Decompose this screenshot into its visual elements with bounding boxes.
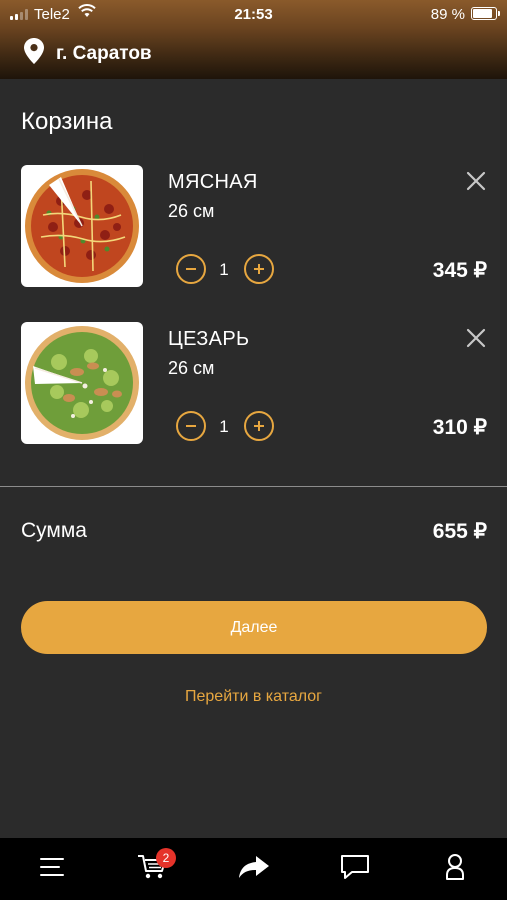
item-price: 310 ₽ (432, 416, 487, 439)
item-name: ЦЕЗАРЬ (168, 328, 250, 350)
menu-icon (39, 856, 65, 883)
cart-count-badge: 2 (156, 848, 176, 868)
tab-share[interactable] (224, 838, 284, 900)
tab-chat[interactable] (325, 838, 385, 900)
divider (0, 486, 507, 487)
item-quantity: 1 (219, 260, 229, 279)
battery-icon (471, 7, 500, 20)
item-price: 345 ₽ (432, 259, 487, 282)
pizza-image (21, 165, 143, 287)
decrease-quantity-button[interactable] (176, 411, 206, 441)
city-label: г. Саратов (56, 42, 152, 64)
city-selector[interactable]: г. Саратов (24, 38, 152, 69)
cart-item: МЯСНАЯ 26 см 1 345 ₽ (0, 165, 507, 289)
battery-percent: 89 % (430, 6, 465, 23)
chat-icon (340, 854, 370, 885)
page-title: Корзина (21, 108, 113, 135)
tab-bar: 2 (0, 838, 507, 900)
profile-icon (445, 853, 465, 886)
close-icon[interactable] (466, 328, 486, 348)
increase-quantity-button[interactable] (244, 411, 274, 441)
item-size: 26 см (168, 201, 215, 221)
pizza-image (21, 322, 143, 444)
decrease-quantity-button[interactable] (176, 254, 206, 284)
item-quantity: 1 (219, 417, 229, 436)
next-button[interactable]: Далее (21, 601, 487, 654)
tab-cart[interactable]: 2 (122, 838, 182, 900)
sum-label: Сумма (21, 519, 87, 542)
status-bar: Tele2 21:53 89 % (0, 0, 507, 28)
go-to-catalog-link[interactable]: Перейти в каталог (0, 688, 507, 706)
close-icon[interactable] (466, 171, 486, 191)
cart-item: ЦЕЗАРЬ 26 см 1 310 ₽ (0, 322, 507, 446)
share-icon (238, 855, 270, 884)
header: Tele2 21:53 89 % г. Саратов (0, 0, 507, 79)
location-pin-icon (24, 38, 44, 69)
item-name: МЯСНАЯ (168, 171, 258, 193)
tab-profile[interactable] (425, 838, 485, 900)
item-size: 26 см (168, 358, 215, 378)
cart-screen: Tele2 21:53 89 % г. Саратов Корзина МЯСН… (0, 0, 507, 900)
increase-quantity-button[interactable] (244, 254, 274, 284)
tab-menu[interactable] (22, 838, 82, 900)
sum-value: 655 ₽ (432, 520, 487, 543)
